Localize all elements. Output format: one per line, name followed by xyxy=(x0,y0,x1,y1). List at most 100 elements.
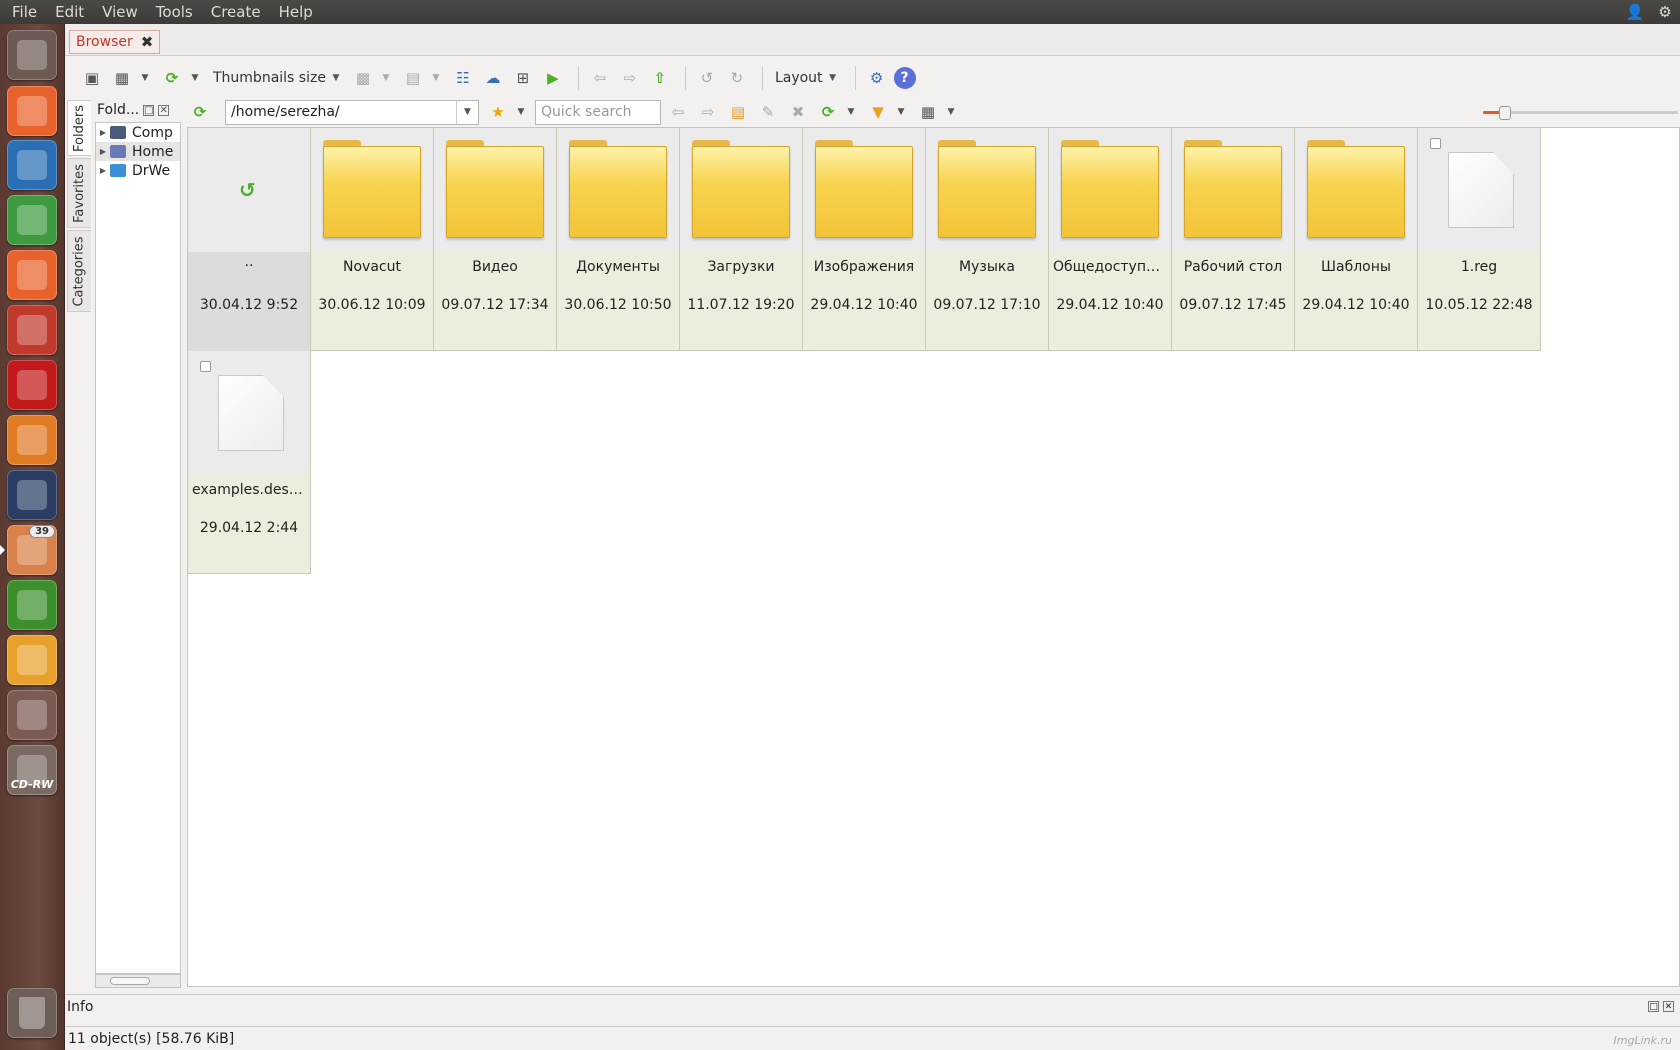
expand-arrow-icon[interactable]: ▶ xyxy=(96,147,110,156)
import-icon[interactable]: ⊞ xyxy=(510,65,536,91)
folder-item[interactable]: Видео 09.07.12 17:34 xyxy=(434,128,557,351)
refresh-dropdown-icon[interactable]: ▼ xyxy=(189,73,201,83)
launcher-updates[interactable]: 39 xyxy=(7,525,57,575)
batch-icon: ▤ xyxy=(405,69,421,87)
item-name: Музыка xyxy=(959,259,1015,275)
file-item[interactable]: 1.reg 10.05.12 22:48 xyxy=(1418,128,1541,351)
path-dropdown-icon[interactable]: ▼ xyxy=(456,100,478,124)
folder-icon xyxy=(323,140,421,238)
quick-search-input[interactable]: Quick search xyxy=(535,99,661,125)
user-icon[interactable]: 👤 xyxy=(1620,0,1650,24)
launcher-calc[interactable] xyxy=(7,195,57,245)
power-gear-icon[interactable]: ⚙ xyxy=(1650,0,1680,24)
fullscreen-icon[interactable]: ▣ xyxy=(79,65,105,91)
launcher-system-settings[interactable] xyxy=(7,305,57,355)
close-icon[interactable]: ✖ xyxy=(141,33,154,51)
folder-item[interactable]: Документы 30.06.12 10:50 xyxy=(557,128,680,351)
view-mode-icon[interactable]: ▦ xyxy=(109,65,135,91)
sort-dropdown-icon[interactable]: ▼ xyxy=(845,107,857,117)
float-panel-icon[interactable]: □ xyxy=(1648,1001,1659,1012)
folder-item[interactable]: Шаблоны 29.04.12 10:40 xyxy=(1295,128,1418,351)
folder-tree-icon[interactable]: ☷ xyxy=(450,65,476,91)
grid-view-dropdown-icon[interactable]: ▼ xyxy=(945,107,957,117)
folder-item[interactable]: Загрузки 11.07.12 19:20 xyxy=(680,128,803,351)
launcher-opera[interactable] xyxy=(7,360,57,410)
select-checkbox[interactable] xyxy=(200,361,211,372)
file-item[interactable]: examples.desk... 29.04.12 2:44 xyxy=(188,351,311,574)
thumbnails-view[interactable]: ↺.. 30.04.12 9:52 Novacut 30.06.12 10:09 Вид… xyxy=(187,127,1680,987)
file-icon xyxy=(1448,152,1514,228)
select-checkbox[interactable] xyxy=(1430,138,1441,149)
item-date: 09.07.12 17:10 xyxy=(933,297,1041,313)
help-icon[interactable]: ? xyxy=(893,67,916,89)
tree-item-home[interactable]: ▶ Home xyxy=(96,142,180,161)
menu-tools[interactable]: Tools xyxy=(147,0,202,24)
view-mode-dropdown-icon[interactable]: ▼ xyxy=(139,73,151,83)
screenshot-icon[interactable]: ☁ xyxy=(480,65,506,91)
sort-icon[interactable]: ⟳ xyxy=(815,99,841,125)
zoom-slider[interactable] xyxy=(1483,106,1678,120)
tree-item-drweb[interactable]: ▶ DrWe xyxy=(96,161,180,180)
launcher-novacut[interactable] xyxy=(7,580,57,630)
thumbnail xyxy=(1295,128,1417,251)
filter-icon[interactable]: ▼ xyxy=(865,99,891,125)
thumbnails-size-dropdown-icon[interactable]: ▼ xyxy=(330,73,342,83)
launcher-active-pip xyxy=(0,545,5,555)
folder-tree-scrollbar[interactable] xyxy=(95,974,181,988)
menu-help[interactable]: Help xyxy=(270,0,322,24)
opera-icon xyxy=(17,370,47,400)
zoom-slider-handle[interactable] xyxy=(1499,106,1511,120)
go-up-icon[interactable]: ⟳ xyxy=(187,99,213,125)
slideshow-icon[interactable]: ▶ xyxy=(540,65,566,91)
tab-folders[interactable]: Folders xyxy=(67,100,91,156)
refresh-icon[interactable]: ⟳ xyxy=(159,65,185,91)
menu-create[interactable]: Create xyxy=(202,0,270,24)
launcher-keepassx[interactable] xyxy=(7,470,57,520)
folder-item[interactable]: Музыка 09.07.12 17:10 xyxy=(926,128,1049,351)
convert-dropdown-icon: ▼ xyxy=(382,73,390,83)
launcher-software-center[interactable] xyxy=(7,250,57,300)
layout-dropdown-icon[interactable]: ▼ xyxy=(827,73,839,83)
expand-arrow-icon[interactable]: ▶ xyxy=(96,128,110,137)
favorite-star-icon[interactable]: ★ xyxy=(485,99,511,125)
folder-item[interactable]: Рабочий стол 09.07.12 17:45 xyxy=(1172,128,1295,351)
launcher-vlc[interactable] xyxy=(7,415,57,465)
launcher-files[interactable] xyxy=(7,86,57,136)
scrollbar-thumb[interactable] xyxy=(110,977,150,985)
launcher-workspaces[interactable] xyxy=(7,690,57,740)
expand-arrow-icon[interactable]: ▶ xyxy=(96,166,110,175)
launcher-cd-rw[interactable]: CD-RW xyxy=(7,745,57,795)
folder-item[interactable]: Изображения 29.04.12 10:40 xyxy=(803,128,926,351)
tab-favorites-label: Favorites xyxy=(72,163,88,223)
path-combobox[interactable]: /home/serezha/ ▼ xyxy=(225,99,479,125)
tree-item-computer[interactable]: ▶ Comp xyxy=(96,123,180,142)
settings-gear-icon[interactable]: ⚙ xyxy=(864,65,890,91)
item-name: Документы xyxy=(576,259,660,275)
menu-file[interactable]: File xyxy=(0,0,46,24)
folder-item[interactable]: Novacut 30.06.12 10:09 xyxy=(311,128,434,351)
path-input[interactable]: /home/serezha/ xyxy=(226,104,456,120)
close-panel-icon[interactable]: ✕ xyxy=(1663,1001,1674,1012)
up-arrow-icon[interactable]: ⇧ xyxy=(647,65,673,91)
menu-bar: File Edit View Tools Create Help 👤 ⚙ xyxy=(0,0,1680,24)
launcher-trash[interactable] xyxy=(7,988,57,1038)
filter-dropdown-icon[interactable]: ▼ xyxy=(895,107,907,117)
menu-view[interactable]: View xyxy=(93,0,147,24)
tab-categories[interactable]: Categories xyxy=(67,230,91,312)
launcher-xnview[interactable] xyxy=(7,635,57,685)
favorite-dropdown-icon[interactable]: ▼ xyxy=(515,107,527,117)
parent-folder-item[interactable]: ↺.. 30.04.12 9:52 xyxy=(188,128,311,352)
menu-edit[interactable]: Edit xyxy=(46,0,93,24)
float-panel-icon[interactable]: □ xyxy=(143,104,155,116)
close-panel-icon[interactable]: ✕ xyxy=(158,104,170,116)
launcher-writer[interactable] xyxy=(7,140,57,190)
grid-view-icon[interactable]: ▦ xyxy=(915,99,941,125)
layout-button[interactable]: Layout xyxy=(771,70,827,86)
tab-favorites[interactable]: Favorites xyxy=(67,158,91,228)
thumbnails-size-button[interactable]: Thumbnails size xyxy=(209,70,330,86)
folder-tree[interactable]: ▶ Comp ▶ Home ▶ DrWe xyxy=(95,122,181,974)
folder-item[interactable]: Общедоступные 29.04.12 10:40 xyxy=(1049,128,1172,351)
new-folder-icon[interactable]: ▤ xyxy=(725,99,751,125)
tab-browser[interactable]: Browser ✖ xyxy=(69,30,161,54)
launcher-dash-home[interactable] xyxy=(7,30,57,80)
